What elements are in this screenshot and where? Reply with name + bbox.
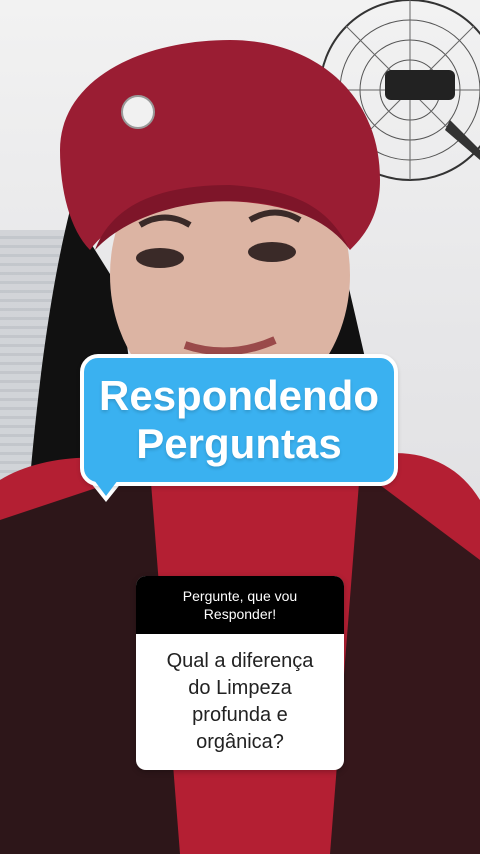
chat-bubble-tail [94,480,118,496]
bubble-title-line-1: Respondendo [99,372,379,419]
question-line-4: orgânica? [196,731,284,753]
question-sticker-header: Pergunte, que vou Responder! [136,576,344,634]
question-prompt-line-1: Pergunte, que vou [182,588,298,604]
title-speech-bubble: Respondendo Perguntas [80,354,398,486]
question-sticker[interactable]: Pergunte, que vou Responder! Qual a dife… [136,576,344,770]
question-line-3: profunda e [192,704,288,726]
question-text: Qual a diferença do Limpeza profunda e o… [136,634,344,770]
question-prompt-line-2: Responder! [203,606,277,622]
question-line-1: Qual a diferença [166,650,314,672]
bubble-title-line-2: Perguntas [136,420,342,467]
question-line-2: do Limpeza [188,677,292,699]
